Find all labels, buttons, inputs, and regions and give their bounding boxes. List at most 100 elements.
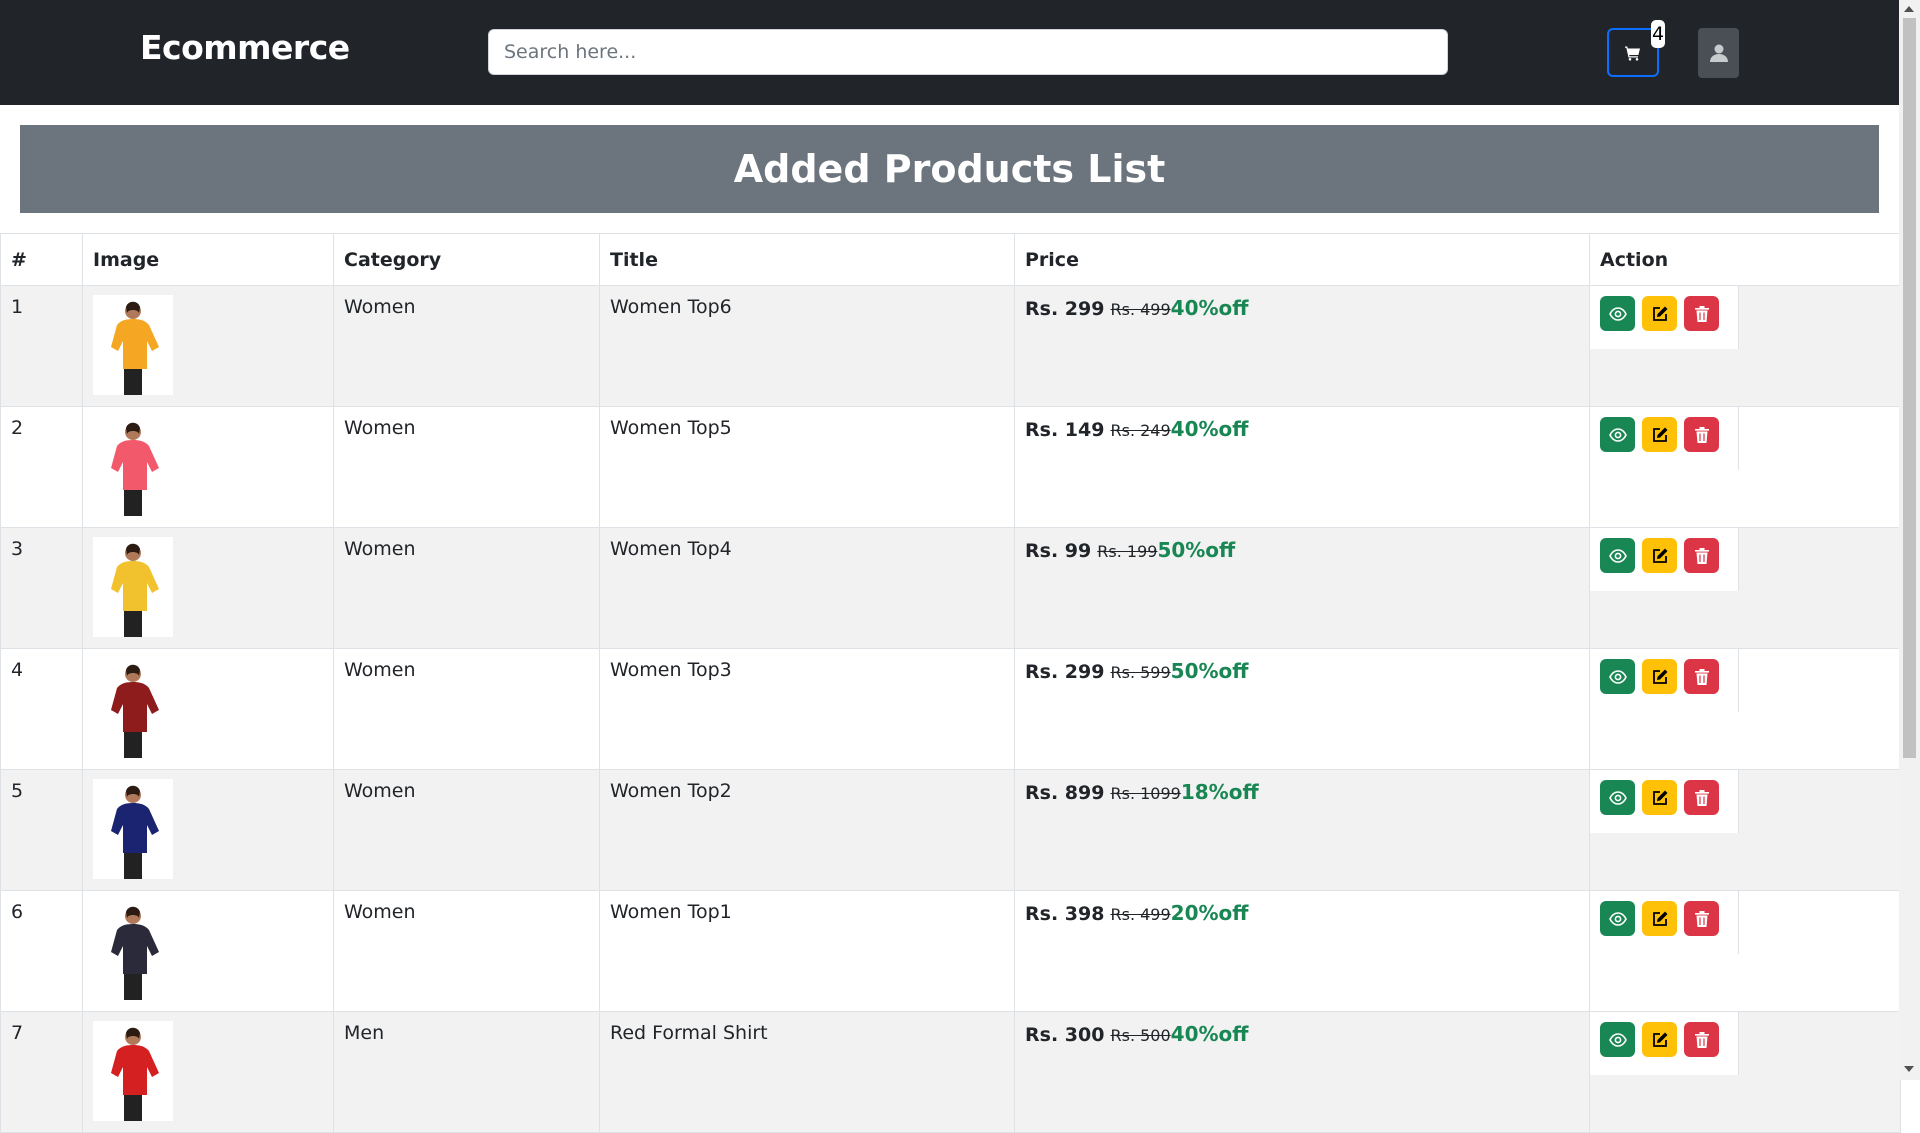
discount-text: 50%off <box>1157 538 1236 562</box>
view-button[interactable] <box>1600 901 1635 936</box>
discount-text: 40%off <box>1170 296 1249 320</box>
price-cell: Rs. 99 Rs. 19950%off <box>1014 527 1590 649</box>
action-buttons <box>1590 1012 1739 1075</box>
discount-text: 50%off <box>1170 659 1249 683</box>
vertical-scrollbar[interactable] <box>1899 0 1920 1080</box>
delete-button[interactable] <box>1684 901 1719 936</box>
current-price: Rs. 899 <box>1025 782 1105 804</box>
table-row: 6 Women Women Top1 Rs. 398 Rs. 49920%off <box>0 890 1901 1012</box>
delete-button[interactable] <box>1684 417 1719 452</box>
edit-icon <box>1652 669 1667 684</box>
table-header-row: # Image Category Title Price Action <box>0 233 1901 286</box>
edit-button[interactable] <box>1642 296 1677 331</box>
row-title: Women Top1 <box>599 890 1015 1012</box>
trash-icon <box>1694 1031 1709 1048</box>
cart-count-badge: 4 <box>1651 20 1665 48</box>
row-title: Women Top5 <box>599 406 1015 528</box>
price-cell: Rs. 300 Rs. 50040%off <box>1014 1011 1590 1133</box>
action-cell <box>1589 769 1901 891</box>
column-header-title: Title <box>599 233 1015 286</box>
view-button[interactable] <box>1600 1022 1635 1057</box>
scroll-up-arrow-icon[interactable] <box>1904 6 1914 12</box>
trash-icon <box>1694 305 1709 322</box>
delete-button[interactable] <box>1684 296 1719 331</box>
search-input[interactable] <box>488 29 1448 75</box>
scroll-down-arrow-icon[interactable] <box>1904 1066 1914 1072</box>
view-button[interactable] <box>1600 417 1635 452</box>
original-price: Rs. 1099 <box>1110 784 1181 803</box>
row-category: Women <box>333 769 600 891</box>
delete-button[interactable] <box>1684 538 1719 573</box>
edit-icon <box>1652 427 1667 442</box>
price-cell: Rs. 299 Rs. 59950%off <box>1014 648 1590 770</box>
current-price: Rs. 99 <box>1025 540 1092 562</box>
original-price: Rs. 599 <box>1110 663 1171 682</box>
product-image <box>93 779 173 879</box>
row-number: 7 <box>0 1011 83 1133</box>
price-cell: Rs. 398 Rs. 49920%off <box>1014 890 1590 1012</box>
view-button[interactable] <box>1600 659 1635 694</box>
table-row: 2 Women Women Top5 Rs. 149 Rs. 24940%off <box>0 406 1901 528</box>
table-row: 5 Women Women Top2 Rs. 899 Rs. 109918%off <box>0 769 1901 891</box>
top-navbar: Ecommerce 4 <box>0 0 1899 105</box>
edit-button[interactable] <box>1642 538 1677 573</box>
row-category: Women <box>333 890 600 1012</box>
user-icon <box>1709 44 1728 62</box>
row-number: 4 <box>0 648 83 770</box>
delete-button[interactable] <box>1684 1022 1719 1057</box>
discount-text: 18%off <box>1180 780 1259 804</box>
image-cell <box>82 527 334 649</box>
eye-icon <box>1608 548 1627 563</box>
eye-icon <box>1608 911 1627 926</box>
discount-text: 20%off <box>1170 901 1249 925</box>
trash-icon <box>1694 547 1709 564</box>
product-image <box>93 416 173 516</box>
view-button[interactable] <box>1600 538 1635 573</box>
price-cell: Rs. 899 Rs. 109918%off <box>1014 769 1590 891</box>
product-image <box>93 658 173 758</box>
original-price: Rs. 199 <box>1097 542 1158 561</box>
row-number: 5 <box>0 769 83 891</box>
column-header-number: # <box>0 233 83 286</box>
image-cell <box>82 769 334 891</box>
eye-icon <box>1608 1032 1627 1047</box>
column-header-price: Price <box>1014 233 1590 286</box>
trash-icon <box>1694 789 1709 806</box>
current-price: Rs. 149 <box>1025 419 1105 441</box>
edit-button[interactable] <box>1642 417 1677 452</box>
edit-button[interactable] <box>1642 1022 1677 1057</box>
image-cell <box>82 1011 334 1133</box>
row-title: Women Top2 <box>599 769 1015 891</box>
action-buttons <box>1590 286 1739 349</box>
brand-logo[interactable]: Ecommerce <box>140 28 350 67</box>
scrollbar-thumb[interactable] <box>1903 18 1916 758</box>
edit-button[interactable] <box>1642 780 1677 815</box>
table-row: 1 Women Women Top6 Rs. 299 Rs. 49940%off <box>0 285 1901 407</box>
column-header-action: Action <box>1589 233 1901 286</box>
image-cell <box>82 285 334 407</box>
product-image <box>93 900 173 1000</box>
table-row: 4 Women Women Top3 Rs. 299 Rs. 59950%off <box>0 648 1901 770</box>
original-price: Rs. 249 <box>1110 421 1171 440</box>
row-number: 6 <box>0 890 83 1012</box>
delete-button[interactable] <box>1684 659 1719 694</box>
product-image <box>93 295 173 395</box>
row-title: Women Top3 <box>599 648 1015 770</box>
delete-button[interactable] <box>1684 780 1719 815</box>
edit-button[interactable] <box>1642 659 1677 694</box>
eye-icon <box>1608 427 1627 442</box>
action-cell <box>1589 1011 1901 1133</box>
row-title: Red Formal Shirt <box>599 1011 1015 1133</box>
trash-icon <box>1694 910 1709 927</box>
row-category: Women <box>333 285 600 407</box>
price-cell: Rs. 149 Rs. 24940%off <box>1014 406 1590 528</box>
row-title: Women Top4 <box>599 527 1015 649</box>
row-number: 1 <box>0 285 83 407</box>
user-button[interactable] <box>1698 28 1739 78</box>
view-button[interactable] <box>1600 780 1635 815</box>
current-price: Rs. 398 <box>1025 903 1105 925</box>
column-header-image: Image <box>82 233 334 286</box>
view-button[interactable] <box>1600 296 1635 331</box>
edit-button[interactable] <box>1642 901 1677 936</box>
action-cell <box>1589 648 1901 770</box>
